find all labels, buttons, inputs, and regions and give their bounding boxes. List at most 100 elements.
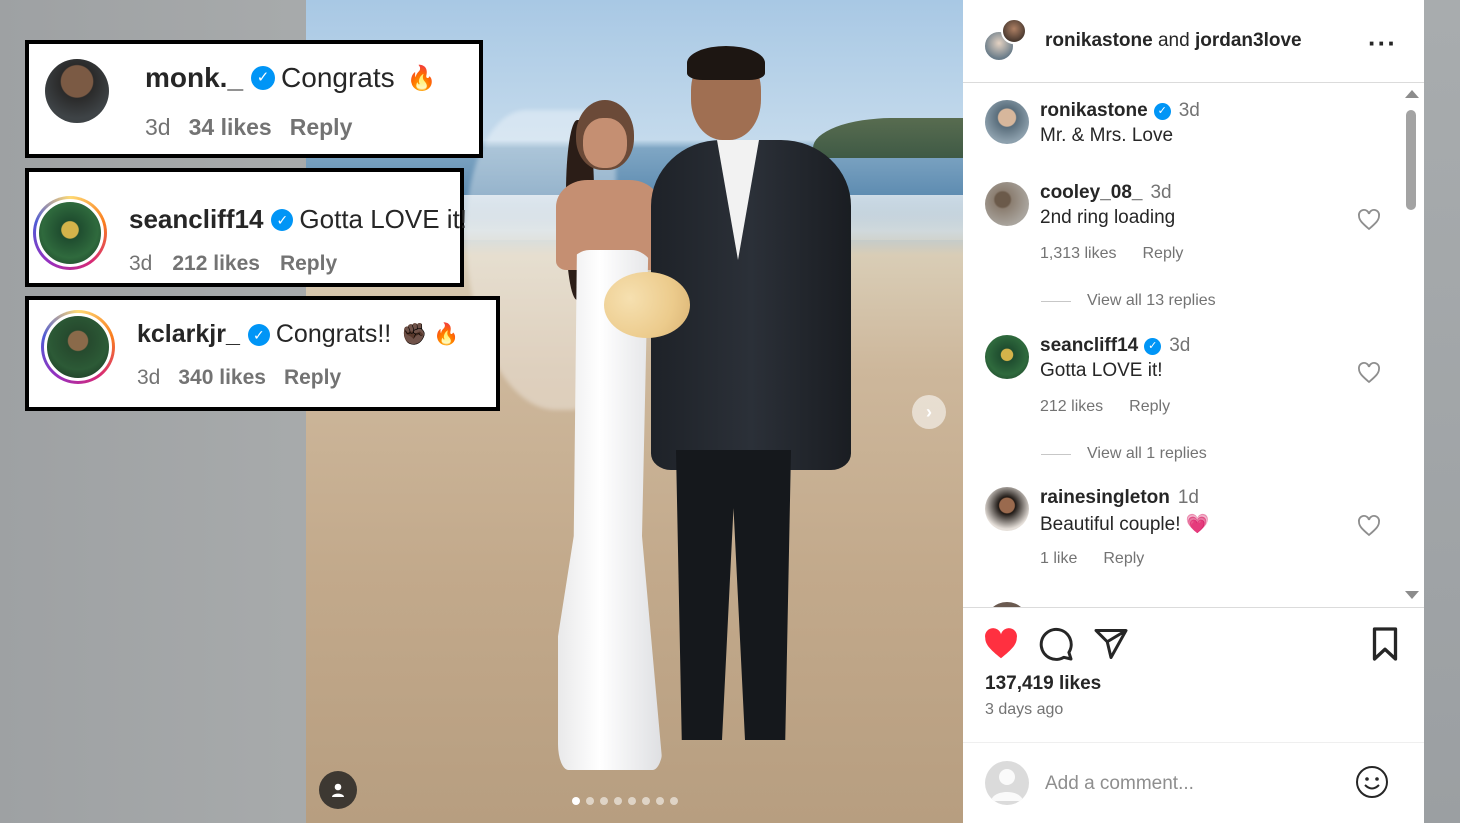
scroll-up-arrow-icon[interactable] bbox=[1405, 90, 1419, 98]
verified-badge-icon: ✓ bbox=[271, 208, 294, 231]
default-avatar-icon bbox=[991, 769, 1023, 801]
caption-comment: ronikastone ✓ 3d Mr. & Mrs. Love bbox=[985, 100, 1385, 150]
authors-conjunction: and bbox=[1157, 30, 1190, 51]
collaborator-username[interactable]: jordan3love bbox=[1195, 30, 1302, 51]
comments-list[interactable]: ronikastone ✓ 3d Mr. & Mrs. Love cooley_… bbox=[963, 84, 1424, 608]
add-comment-input[interactable] bbox=[1045, 769, 1335, 799]
avatar[interactable] bbox=[985, 335, 1029, 379]
carousel-dot bbox=[642, 797, 650, 805]
comment-username[interactable]: rainesingleton bbox=[1040, 487, 1170, 509]
bouquet bbox=[604, 272, 690, 338]
post-date: 3 days ago bbox=[985, 701, 1064, 718]
paper-plane-icon[interactable] bbox=[1093, 626, 1129, 662]
replies-divider bbox=[1041, 300, 1071, 302]
comment-item: cooley_08_ 3d 2nd ring loading 1,313 lik… bbox=[985, 182, 1385, 272]
verified-badge-icon: ✓ bbox=[1144, 337, 1162, 355]
carousel-dot bbox=[614, 797, 622, 805]
comment-meta: 212 likes Reply bbox=[1040, 398, 1170, 416]
comment-username[interactable]: ronikastone bbox=[1040, 100, 1148, 122]
callout-comment-text: Congrats!! bbox=[275, 320, 392, 348]
callout-time: 3d bbox=[145, 114, 171, 140]
comment-likes[interactable]: 212 likes bbox=[1040, 398, 1103, 416]
collaborator-avatar[interactable] bbox=[1001, 18, 1027, 44]
callout-comment-kclarkjr: kclarkjr_ ✓ Congrats!! ✊🏿 🔥 3d 340 likes… bbox=[25, 296, 500, 411]
carousel-dot bbox=[572, 797, 580, 805]
comment-time: 3d bbox=[1150, 182, 1172, 203]
heart-icon[interactable] bbox=[983, 626, 1019, 662]
view-replies-button[interactable]: View all 13 replies bbox=[1041, 292, 1216, 310]
callout-comment-text: Congrats bbox=[281, 62, 395, 93]
callout-username-row: seancliff14 ✓ Gotta LOVE it! bbox=[129, 204, 467, 235]
author-username[interactable]: ronikastone bbox=[1045, 30, 1153, 51]
heart-icon[interactable] bbox=[1357, 208, 1381, 232]
comment-header: cooley_08_ 3d bbox=[1040, 182, 1172, 204]
scroll-thumb[interactable] bbox=[1406, 110, 1416, 210]
carousel-dot bbox=[586, 797, 594, 805]
carousel-indicator bbox=[572, 797, 678, 805]
callout-meta: 3d 340 likes Reply bbox=[137, 366, 341, 390]
comment-icon[interactable] bbox=[1038, 626, 1074, 662]
comment-likes[interactable]: 1 like bbox=[1040, 550, 1077, 568]
current-user-avatar bbox=[985, 761, 1029, 805]
callout-time: 3d bbox=[137, 366, 161, 389]
bookmark-icon[interactable] bbox=[1367, 626, 1403, 662]
groom-figure bbox=[651, 46, 851, 770]
comment-meta: 1,313 likes Reply bbox=[1040, 245, 1183, 263]
avatar[interactable] bbox=[985, 487, 1029, 531]
carousel-dot bbox=[600, 797, 608, 805]
callout-reply[interactable]: Reply bbox=[280, 252, 337, 276]
smiley-icon[interactable] bbox=[1355, 765, 1389, 799]
callout-username-row: kclarkjr_ ✓ Congrats!! ✊🏿 🔥 bbox=[137, 320, 459, 349]
post-actions bbox=[963, 620, 1424, 670]
carousel-dot bbox=[670, 797, 678, 805]
comment-item: rainesingleton 1d Beautiful couple! 💗 1 … bbox=[985, 487, 1385, 577]
view-replies-label: View all 13 replies bbox=[1087, 292, 1216, 309]
callout-comment-monk: monk._ ✓ Congrats 🔥 3d 34 likes Reply bbox=[25, 40, 483, 158]
comment-username[interactable]: cooley_08_ bbox=[1040, 182, 1142, 204]
comment-username[interactable]: seancliff14 bbox=[1040, 335, 1138, 357]
next-comment-avatar-peek bbox=[985, 602, 1029, 607]
scroll-down-arrow-icon[interactable] bbox=[1405, 591, 1419, 599]
callout-meta: 3d 212 likes Reply bbox=[129, 252, 337, 276]
fist-fire-emoji: ✊🏿 🔥 bbox=[401, 322, 460, 346]
user-tag-icon bbox=[332, 783, 344, 797]
comments-scrollbar[interactable] bbox=[1401, 88, 1421, 608]
heart-icon[interactable] bbox=[1357, 361, 1381, 385]
heart-icon[interactable] bbox=[1357, 514, 1381, 538]
callout-meta: 3d 34 likes Reply bbox=[145, 114, 352, 141]
callout-likes[interactable]: 340 likes bbox=[178, 366, 266, 390]
callout-reply[interactable]: Reply bbox=[284, 366, 341, 390]
background-strip bbox=[1424, 0, 1460, 823]
avatar bbox=[33, 196, 107, 270]
view-replies-button[interactable]: View all 1 replies bbox=[1041, 445, 1207, 463]
callout-likes[interactable]: 34 likes bbox=[189, 114, 272, 141]
callout-username[interactable]: seancliff14 bbox=[129, 204, 263, 235]
comment-reply[interactable]: Reply bbox=[1103, 550, 1144, 568]
tagged-users-button[interactable] bbox=[319, 771, 357, 809]
callout-username[interactable]: kclarkjr_ bbox=[137, 320, 240, 349]
callout-username[interactable]: monk._ bbox=[145, 62, 243, 94]
avatar[interactable] bbox=[985, 100, 1029, 144]
comment-likes[interactable]: 1,313 likes bbox=[1040, 245, 1117, 263]
comment-header: rainesingleton 1d bbox=[1040, 487, 1199, 509]
comment-item: seancliff14 ✓ 3d Gotta LOVE it! 212 like… bbox=[985, 335, 1385, 425]
comment-reply[interactable]: Reply bbox=[1143, 245, 1184, 263]
post-header: ronikastone and jordan3love ··· bbox=[963, 0, 1424, 83]
view-replies-label: View all 1 replies bbox=[1087, 445, 1207, 462]
comment-text: Gotta LOVE it! bbox=[1040, 360, 1163, 381]
avatar bbox=[45, 59, 109, 123]
chevron-right-icon: › bbox=[926, 401, 932, 422]
more-horizontal-icon: ··· bbox=[1368, 28, 1397, 58]
callout-likes[interactable]: 212 likes bbox=[172, 252, 260, 276]
comment-reply[interactable]: Reply bbox=[1129, 398, 1170, 416]
likes-count[interactable]: 137,419 likes bbox=[985, 673, 1101, 695]
verified-badge-icon: ✓ bbox=[1153, 102, 1171, 120]
callout-reply[interactable]: Reply bbox=[290, 114, 353, 141]
post-side-panel: ronikastone and jordan3love ··· ronikast… bbox=[963, 0, 1424, 823]
carousel-next-button[interactable]: › bbox=[912, 395, 946, 429]
verified-badge-icon: ✓ bbox=[247, 323, 270, 346]
more-options-button[interactable]: ··· bbox=[1368, 28, 1397, 59]
carousel-dot bbox=[628, 797, 636, 805]
avatar[interactable] bbox=[985, 182, 1029, 226]
callout-username-row: monk._ ✓ Congrats 🔥 bbox=[145, 62, 437, 94]
